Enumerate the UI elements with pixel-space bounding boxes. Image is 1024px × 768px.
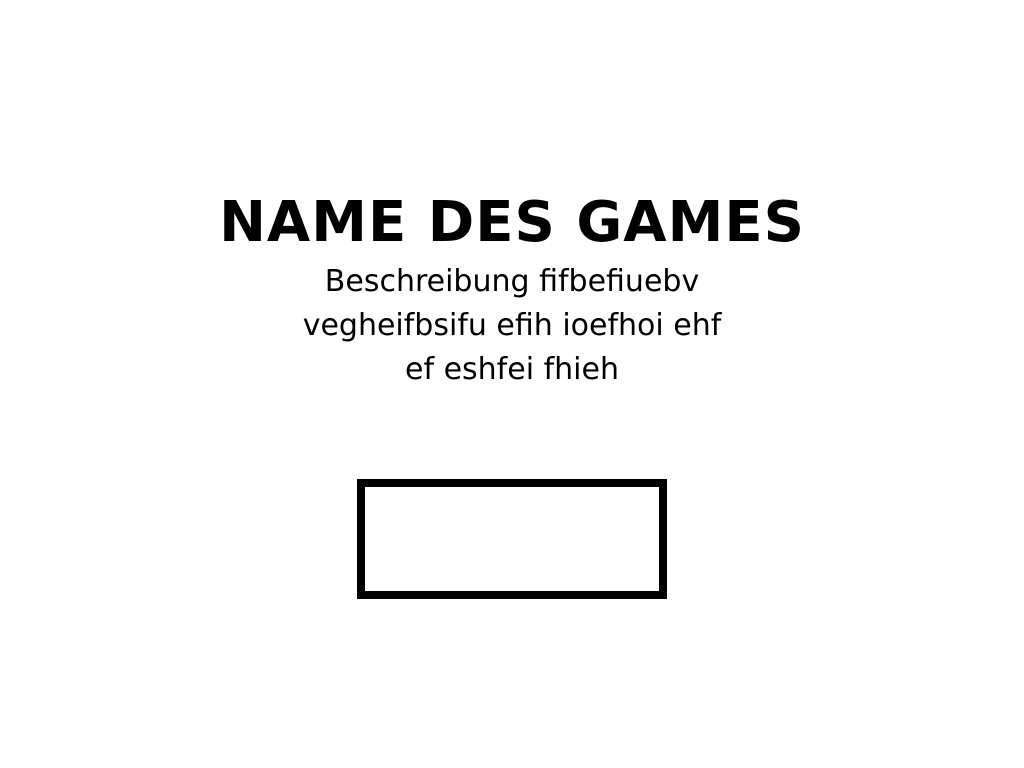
start-button[interactable] [357,479,667,599]
game-description-line: vegheifbsifu efih ioefhoi ehf [302,308,722,343]
game-description-line: Beschreibung fifbefiuebv [324,264,700,299]
game-description: Beschreibung fifbefiuebv vegheifbsifu ef… [212,260,812,392]
game-start-screen: NAME DES GAMES Beschreibung fifbefiuebv … [0,0,1024,768]
game-description-line: ef eshfei fhieh [405,352,619,387]
game-title: NAME DES GAMES [219,190,805,255]
